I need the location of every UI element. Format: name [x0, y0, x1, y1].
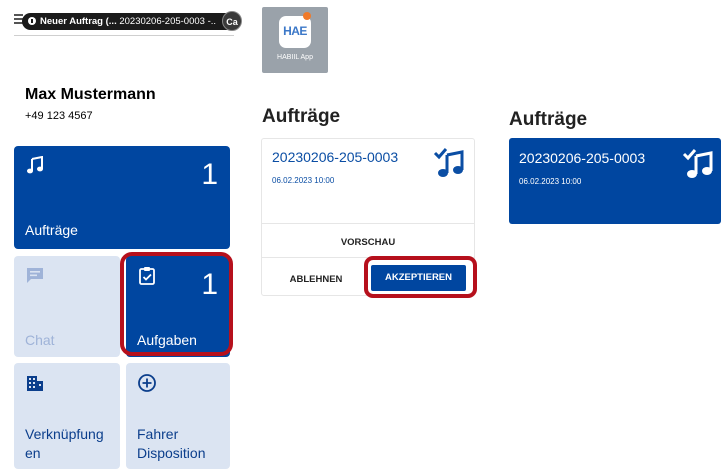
building-icon: [27, 376, 43, 391]
tile-label-line1: Verknüpfung: [25, 426, 104, 442]
notification-dot: [303, 12, 311, 20]
add-circle-icon: [138, 374, 156, 392]
user-name: Max Mustermann: [25, 86, 156, 103]
orders-heading: Aufträge: [509, 109, 588, 130]
notification-pill[interactable]: Neuer Auftrag (... 20230206-205-0003 -..: [22, 13, 236, 30]
user-phone: +49 123 4567: [25, 110, 93, 122]
tile-fahrer-disposition[interactable]: Fahrer Disposition: [126, 363, 230, 469]
tile-verknuepfungen[interactable]: Verknüpfung en: [14, 363, 120, 469]
info-icon: [28, 17, 36, 25]
avatar[interactable]: Ca: [222, 11, 242, 31]
tile-count: 1: [201, 158, 218, 191]
tile-label: Fahrer Disposition: [137, 425, 205, 463]
tile-label: Aufträge: [25, 222, 78, 238]
order-card-accepted[interactable]: 20230206-205-0003 06.02.2023 10:00: [509, 138, 721, 224]
tile-chat[interactable]: Chat: [14, 256, 120, 357]
tile-label: Verknüpfung en: [25, 425, 104, 463]
tile-label: Chat: [25, 332, 55, 348]
order-number: 20230206-205-0003: [272, 149, 399, 165]
music-note-icon: [27, 156, 43, 174]
chat-icon: [27, 268, 43, 283]
highlight-frame-accept: [364, 256, 477, 298]
app-logo-tile: HAE: [279, 16, 311, 48]
highlight-frame-aufgaben: [120, 252, 233, 356]
order-date: 06.02.2023 10:00: [272, 176, 335, 185]
tile-label-line2: Disposition: [137, 445, 206, 461]
tile-auftraege[interactable]: 1 Aufträge: [14, 146, 230, 249]
notification-bar[interactable]: Neuer Auftrag (... 20230206-205-0003 -..…: [14, 11, 242, 36]
divider: [14, 35, 234, 36]
order-number: 20230206-205-0003: [519, 150, 646, 166]
notification-subtitle: 20230206-205-0003 -..: [119, 16, 217, 27]
orders-heading: Aufträge: [262, 106, 341, 127]
notification-title: Neuer Auftrag (...: [40, 16, 117, 27]
order-date: 06.02.2023 10:00: [519, 177, 582, 186]
order-status-icon: [433, 148, 464, 177]
app-icon-label: HABIIL App: [277, 54, 313, 61]
card-divider: [262, 223, 474, 224]
app-launcher-icon[interactable]: HAE HABIIL App: [262, 7, 328, 73]
order-status-icon: [682, 149, 713, 178]
preview-button[interactable]: VORSCHAU: [262, 237, 474, 248]
tile-label-line1: Fahrer: [137, 426, 179, 442]
tile-label-line2: en: [25, 445, 41, 461]
reject-button[interactable]: ABLEHNEN: [272, 274, 360, 285]
app-logo: HAE: [283, 24, 307, 38]
